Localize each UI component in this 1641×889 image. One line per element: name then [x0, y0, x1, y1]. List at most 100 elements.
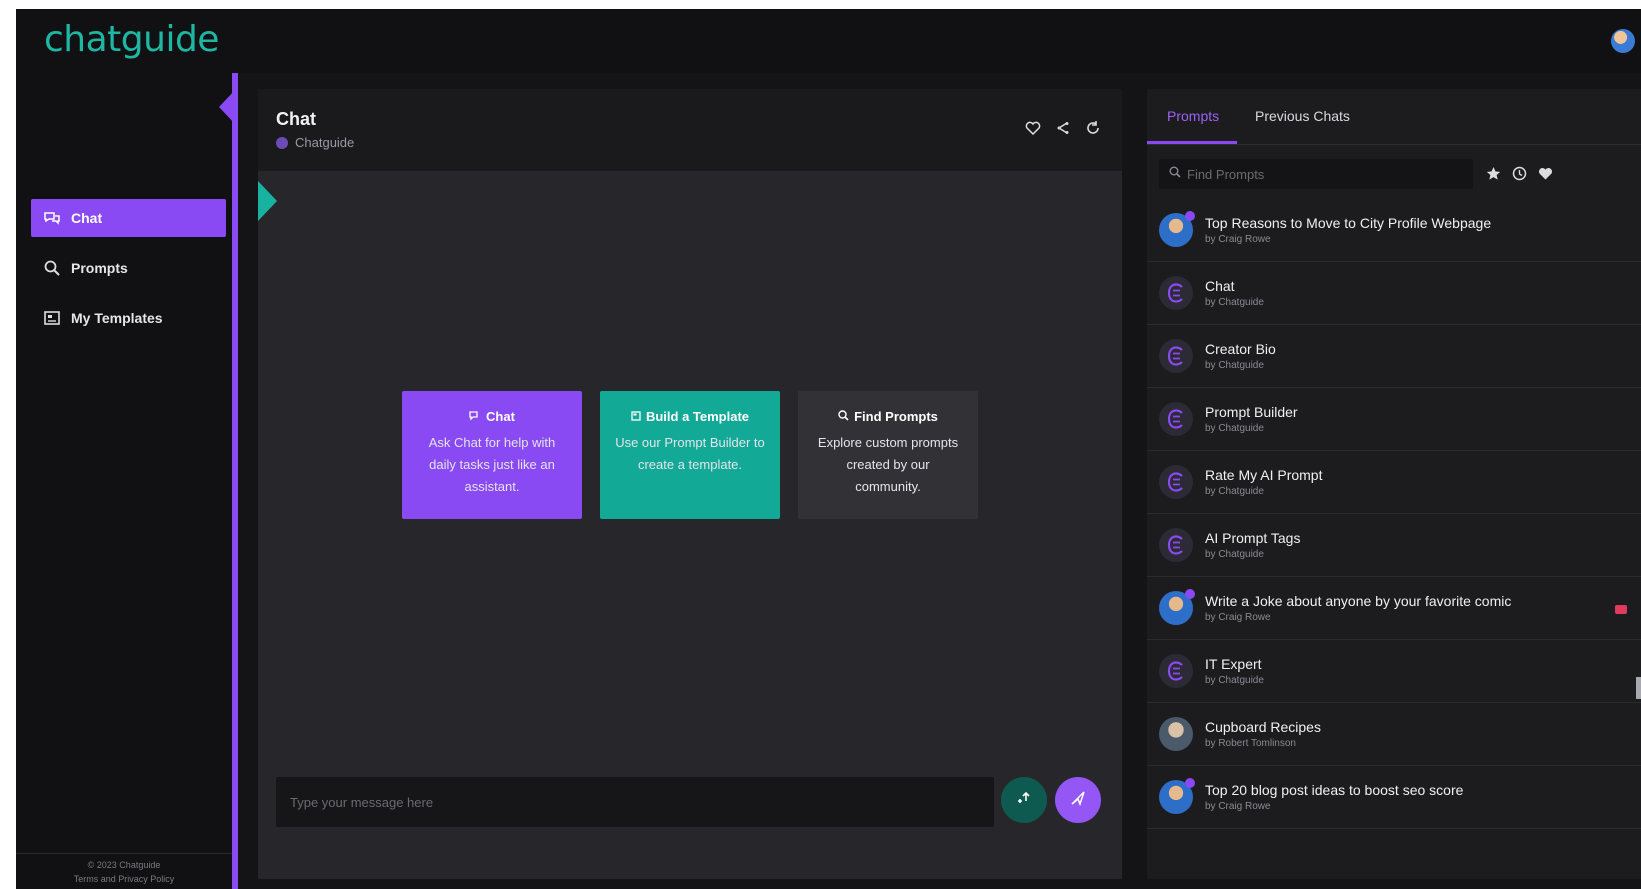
- message-composer: [276, 777, 994, 827]
- list-item[interactable]: Prompt Builder by Chatguide: [1147, 388, 1641, 451]
- list-item[interactable]: IT Expert by Chatguide: [1147, 640, 1641, 703]
- panel-expand-handle[interactable]: [258, 181, 277, 221]
- chat-icon: [469, 409, 481, 424]
- list-item[interactable]: Top Reasons to Move to City Profile Webp…: [1147, 199, 1641, 262]
- prompts-panel: Prompts Previous Chats Top Reason: [1147, 89, 1641, 879]
- action-cards: Chat Ask Chat for help with daily tasks …: [402, 391, 978, 519]
- search-icon: [1169, 165, 1181, 183]
- list-item[interactable]: Cupboard Recipes by Robert Tomlinson: [1147, 703, 1641, 766]
- chatguide-avatar-icon: [1159, 528, 1193, 562]
- sidebar-collapse-handle[interactable]: [219, 89, 236, 125]
- chat-panel: Chat Chatguide Chat Ask Chat for help wi…: [258, 89, 1122, 879]
- build-template-card-title: Build a Template: [614, 409, 766, 424]
- prompt-search-input[interactable]: [1187, 166, 1457, 182]
- prompt-title: Top 20 blog post ideas to boost seo scor…: [1205, 782, 1464, 798]
- find-prompts-card[interactable]: Find Prompts Explore custom prompts crea…: [798, 391, 978, 519]
- chatguide-avatar-icon: [1159, 465, 1193, 499]
- attach-icon: [1016, 791, 1032, 810]
- prompt-search: [1159, 159, 1473, 189]
- share-icon[interactable]: [1054, 119, 1072, 137]
- prompt-list: Top Reasons to Move to City Profile Webp…: [1147, 199, 1641, 829]
- prompt-author: by Chatguide: [1205, 486, 1264, 497]
- active-tab-indicator: [1147, 141, 1237, 144]
- heart-icon[interactable]: [1537, 165, 1554, 182]
- star-icon[interactable]: [1485, 165, 1502, 182]
- prompt-author: by Craig Rowe: [1205, 234, 1271, 245]
- attach-button[interactable]: [1001, 777, 1047, 823]
- list-item[interactable]: AI Prompt Tags by Chatguide: [1147, 514, 1641, 577]
- prompt-author: by Chatguide: [1205, 549, 1264, 560]
- chatguide-avatar-icon: [1159, 654, 1193, 688]
- chat-subtitle: Chatguide: [276, 135, 354, 150]
- sidebar-item-label: My Templates: [71, 310, 163, 326]
- user-avatar[interactable]: [1611, 29, 1635, 53]
- favorite-heart-icon[interactable]: [1615, 605, 1627, 614]
- tab-prompts[interactable]: Prompts: [1167, 108, 1219, 124]
- prompt-title: Cupboard Recipes: [1205, 719, 1321, 735]
- card-description: Use our Prompt Builder to create a templ…: [615, 435, 765, 472]
- filter-icons: [1485, 165, 1554, 182]
- refresh-icon[interactable]: [1084, 119, 1102, 137]
- template-icon: [43, 309, 61, 327]
- card-title-text: Find Prompts: [854, 409, 938, 424]
- card-description: Explore custom prompts created by our co…: [817, 435, 959, 494]
- list-item[interactable]: Rate My AI Prompt by Chatguide: [1147, 451, 1641, 514]
- scrollbar[interactable]: [1636, 677, 1641, 699]
- search-icon: [838, 409, 849, 424]
- prompt-title: IT Expert: [1205, 656, 1262, 672]
- sidebar-item-label: Prompts: [71, 260, 128, 276]
- copyright-text: © 2023 Chatguide: [87, 860, 161, 870]
- prompt-author: by Craig Rowe: [1205, 612, 1271, 623]
- find-prompts-card-title: Find Prompts: [812, 409, 964, 424]
- author-avatar: [1159, 589, 1195, 625]
- badge-icon: [1185, 211, 1195, 221]
- prompt-title: Write a Joke about anyone by your favori…: [1205, 593, 1512, 609]
- sidebar-item-label: Chat: [71, 210, 103, 226]
- sidebar-item-my-templates[interactable]: My Templates: [31, 299, 226, 337]
- sidebar-item-prompts[interactable]: Prompts: [31, 249, 226, 287]
- chatguide-avatar-icon: [1159, 276, 1193, 310]
- sidebar-item-chat[interactable]: Chat: [31, 199, 226, 237]
- panel-tabs: Prompts Previous Chats: [1147, 89, 1641, 145]
- prompt-author: by Robert Tomlinson: [1205, 738, 1296, 749]
- message-input[interactable]: [276, 777, 994, 827]
- heart-icon[interactable]: [1024, 119, 1042, 137]
- prompt-author: by Chatguide: [1205, 675, 1264, 686]
- sidebar: Chat Prompts My Templates © 2023 Chatgui…: [16, 73, 238, 889]
- send-button[interactable]: [1055, 777, 1101, 823]
- list-item[interactable]: Write a Joke about anyone by your favori…: [1147, 577, 1641, 640]
- author-avatar: [1159, 717, 1193, 751]
- chat-card-title: Chat: [416, 409, 568, 424]
- chatguide-logo[interactable]: chatguide: [44, 19, 219, 60]
- header-actions: [1024, 119, 1102, 137]
- prompt-title: Creator Bio: [1205, 341, 1276, 357]
- prompt-author: by Craig Rowe: [1205, 801, 1271, 812]
- card-description: Ask Chat for help with daily tasks just …: [428, 435, 556, 494]
- chatguide-avatar-icon: [1159, 402, 1193, 436]
- list-item[interactable]: Chat by Chatguide: [1147, 262, 1641, 325]
- page-title: Chat: [276, 109, 316, 129]
- prompt-title: Chat: [1205, 278, 1235, 294]
- tab-previous-chats[interactable]: Previous Chats: [1255, 108, 1350, 124]
- prompt-author: by Chatguide: [1205, 423, 1264, 434]
- card-title-text: Chat: [486, 409, 515, 424]
- list-item[interactable]: Top 20 blog post ideas to boost seo scor…: [1147, 766, 1641, 829]
- prompt-author: by Chatguide: [1205, 360, 1264, 371]
- search-icon: [43, 259, 61, 277]
- terms-link[interactable]: Terms and Privacy Policy: [16, 872, 232, 886]
- build-template-card[interactable]: Build a Template Use our Prompt Builder …: [600, 391, 780, 519]
- chatguide-avatar-icon: [1159, 339, 1193, 373]
- badge-icon: [1185, 778, 1195, 788]
- top-bar: chatguide: [16, 9, 1641, 73]
- author-avatar: [1159, 211, 1195, 247]
- prompt-title: Top Reasons to Move to City Profile Webp…: [1205, 215, 1492, 231]
- card-title-text: Build a Template: [645, 409, 750, 424]
- chat-bubbles-icon: [43, 209, 61, 227]
- prompt-author: by Chatguide: [1205, 297, 1264, 308]
- history-icon[interactable]: [1511, 165, 1528, 182]
- list-item[interactable]: Creator Bio by Chatguide: [1147, 325, 1641, 388]
- badge-icon: [1185, 589, 1195, 599]
- chatguide-avatar-icon: [276, 136, 288, 149]
- chat-card[interactable]: Chat Ask Chat for help with daily tasks …: [402, 391, 582, 519]
- sidebar-nav: Chat Prompts My Templates: [31, 199, 226, 349]
